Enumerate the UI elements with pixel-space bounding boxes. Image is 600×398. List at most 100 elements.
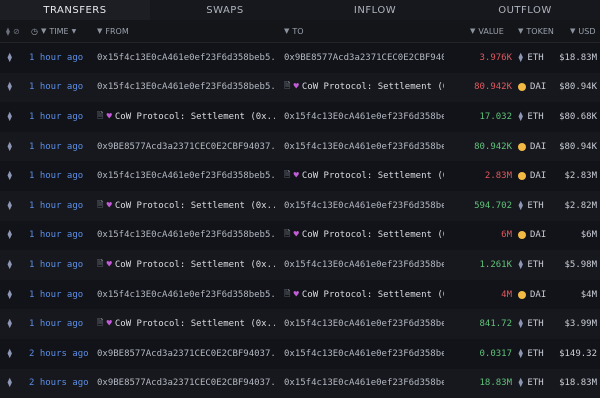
to-address[interactable]: 0x15f4c13E0cA461e0ef23F6d358beb5... [284, 369, 444, 398]
entity-label[interactable]: CoW Protocol: Settlement (0x... [115, 260, 275, 270]
time-header[interactable]: ◷ ▼ TIME ▼ [31, 20, 76, 42]
time-link[interactable]: 1 hour ago [29, 250, 89, 280]
time-link[interactable]: 1 hour ago [29, 221, 89, 251]
token[interactable]: DAI [518, 161, 558, 191]
to-header[interactable]: ▼ TO [284, 20, 304, 42]
link-icon[interactable]: ⊘ [13, 27, 20, 36]
transfer-value: 2.83M [484, 171, 512, 182]
time-link[interactable]: 1 hour ago [29, 43, 89, 73]
time-link[interactable]: 1 hour ago [29, 132, 89, 162]
entity-label[interactable]: CoW Protocol: Settlement (0x... [302, 171, 444, 181]
table-row[interactable]: ⧫ 1 hour ago 🗎 ♥ CoW Protocol: Settlement… [0, 190, 600, 221]
token[interactable]: ⧫ ETH [518, 309, 558, 339]
filter-icon[interactable]: ▼ [284, 27, 289, 35]
tab-swaps[interactable]: SWAPS [150, 0, 300, 20]
from-address[interactable]: 0x15f4c13E0cA461e0ef23F6d358beb5... [97, 73, 275, 103]
value-header[interactable]: ▼ VALUE [470, 20, 504, 42]
transfer-value: 1.261K [479, 259, 512, 270]
tab-outflow[interactable]: OUTFLOW [450, 0, 600, 20]
to-address[interactable]: 0x15f4c13E0cA461e0ef23F6d358beb5... [284, 191, 444, 221]
table-row[interactable]: ⧫ 1 hour ago 🗎 ♥ CoW Protocol: Settlement… [0, 102, 600, 132]
from-address[interactable]: 🗎 ♥ CoW Protocol: Settlement (0x... [97, 309, 275, 339]
from-address[interactable]: 0x9BE8577Acd3a2371CEC0E2CBF94037... [97, 339, 275, 369]
table-row[interactable]: ⧫ 1 hour ago 0x15f4c13E0cA461e0ef23F6d358b… [0, 279, 600, 310]
document-icon: 🗎 [284, 170, 291, 180]
time-link[interactable]: 2 hours ago [29, 369, 89, 398]
from-address[interactable]: 0x15f4c13E0cA461e0ef23F6d358beb5... [97, 161, 275, 191]
token[interactable]: ⧫ ETH [518, 250, 558, 280]
table-row[interactable]: ⧫ 1 hour ago 0x15f4c13E0cA461e0ef23F6d358b… [0, 72, 600, 103]
table-row[interactable]: ⧫ 1 hour ago 0x15f4c13E0cA461e0ef23F6d358b… [0, 161, 600, 191]
from-address[interactable]: 0x9BE8577Acd3a2371CEC0E2CBF94037... [97, 369, 275, 398]
from-address[interactable]: 0x9BE8577Acd3a2371CEC0E2CBF94037... [97, 132, 275, 162]
token[interactable]: DAI [518, 221, 558, 251]
sort-down-icon[interactable]: ▼ [72, 28, 77, 35]
entity-label[interactable]: CoW Protocol: Settlement (0x... [302, 82, 444, 92]
to-address[interactable]: 0x15f4c13E0cA461e0ef23F6d358beb5... [284, 309, 444, 339]
entity-label[interactable]: CoW Protocol: Settlement (0x... [115, 201, 275, 211]
from-header[interactable]: ▼ FROM [97, 20, 129, 42]
table-row[interactable]: ⧫ 1 hour ago 🗎 ♥ CoW Protocol: Settlement… [0, 309, 600, 339]
time-link[interactable]: 1 hour ago [29, 161, 89, 191]
to-address[interactable]: 🗎 ♥ CoW Protocol: Settlement (0x... [284, 221, 444, 251]
filter-icon[interactable]: ▼ [518, 27, 523, 35]
entity-label[interactable]: CoW Protocol: Settlement (0x... [115, 112, 275, 122]
filter-icon[interactable]: ▼ [41, 27, 46, 35]
token[interactable]: DAI [518, 280, 558, 310]
time-link[interactable]: 1 hour ago [29, 102, 89, 132]
token-symbol: DAI [530, 289, 547, 300]
ethereum-icon: ⧫ [518, 52, 524, 63]
token[interactable]: DAI [518, 132, 558, 162]
table-row[interactable]: ⧫ 2 hours ago 0x9BE8577Acd3a2371CEC0E2CBF9… [0, 368, 600, 398]
to-address[interactable]: 0x15f4c13E0cA461e0ef23F6d358beb5... [284, 132, 444, 162]
from-address[interactable]: 🗎 ♥ CoW Protocol: Settlement (0x... [97, 102, 275, 132]
token[interactable]: ⧫ ETH [518, 102, 558, 132]
ethereum-icon: ⧫ [518, 378, 524, 389]
from-address[interactable]: 0x15f4c13E0cA461e0ef23F6d358beb5... [97, 280, 275, 310]
token[interactable]: ⧫ ETH [518, 369, 558, 398]
tab-inflow[interactable]: INFLOW [300, 0, 450, 20]
from-address[interactable]: 🗎 ♥ CoW Protocol: Settlement (0x... [97, 250, 275, 280]
usd-value: $80.94K [559, 141, 597, 152]
entity-label[interactable]: CoW Protocol: Settlement (0x... [302, 230, 444, 240]
from-address[interactable]: 🗎 ♥ CoW Protocol: Settlement (0x... [97, 191, 275, 221]
time-link[interactable]: 1 hour ago [29, 73, 89, 103]
document-icon: 🗎 [97, 199, 104, 209]
to-address[interactable]: 0x15f4c13E0cA461e0ef23F6d358beb5... [284, 339, 444, 369]
ethereum-icon: ⧫ [7, 289, 13, 300]
entity-label[interactable]: CoW Protocol: Settlement (0x... [302, 290, 444, 300]
time-link[interactable]: 1 hour ago [29, 280, 89, 310]
usd-value: $80.94K [559, 82, 597, 93]
clock-icon: ◷ [31, 26, 38, 36]
filter-icon[interactable]: ▼ [570, 27, 575, 35]
usd-header[interactable]: ▼ USD [570, 20, 595, 42]
filter-icon[interactable]: ▼ [470, 27, 475, 35]
filter-icon[interactable]: ▼ [97, 27, 102, 35]
entity-label[interactable]: CoW Protocol: Settlement (0x... [115, 319, 275, 329]
ethereum-icon: ⧫ [7, 230, 13, 241]
from-address[interactable]: 0x15f4c13E0cA461e0ef23F6d358beb5... [97, 43, 275, 73]
from-address[interactable]: 0x15f4c13E0cA461e0ef23F6d358beb5... [97, 221, 275, 251]
table-row[interactable]: ⧫ 1 hour ago 0x9BE8577Acd3a2371CEC0E2CBF94… [0, 131, 600, 162]
cow-protocol-icon: ♥ [106, 111, 112, 122]
time-link[interactable]: 2 hours ago [29, 339, 89, 369]
to-address[interactable]: 0x9BE8577Acd3a2371CEC0E2CBF94037... [284, 43, 444, 73]
table-row[interactable]: ⧫ 1 hour ago 0x15f4c13E0cA461e0ef23F6d358b… [0, 220, 600, 251]
token[interactable]: ⧫ ETH [518, 191, 558, 221]
token-header[interactable]: ▼ TOKEN [518, 20, 554, 42]
to-address[interactable]: 🗎 ♥ CoW Protocol: Settlement (0x... [284, 161, 444, 191]
table-row[interactable]: ⧫ 2 hours ago 0x9BE8577Acd3a2371CEC0E2CBF9… [0, 338, 600, 369]
time-link[interactable]: 1 hour ago [29, 309, 89, 339]
to-address[interactable]: 0x15f4c13E0cA461e0ef23F6d358beb5... [284, 250, 444, 280]
table-row[interactable]: ⧫ 1 hour ago 🗎 ♥ CoW Protocol: Settlement… [0, 250, 600, 280]
ethereum-icon: ⧫ [6, 26, 10, 36]
token[interactable]: DAI [518, 73, 558, 103]
token[interactable]: ⧫ ETH [518, 339, 558, 369]
token[interactable]: ⧫ ETH [518, 43, 558, 73]
to-address[interactable]: 0x15f4c13E0cA461e0ef23F6d358beb5... [284, 102, 444, 132]
table-row[interactable]: ⧫ 1 hour ago 0x15f4c13E0cA461e0ef23F6d358b… [0, 43, 600, 73]
to-address[interactable]: 🗎 ♥ CoW Protocol: Settlement (0x... [284, 280, 444, 310]
to-address[interactable]: 🗎 ♥ CoW Protocol: Settlement (0x... [284, 73, 444, 103]
tab-transfers[interactable]: TRANSFERS [0, 0, 150, 20]
time-link[interactable]: 1 hour ago [29, 191, 89, 221]
